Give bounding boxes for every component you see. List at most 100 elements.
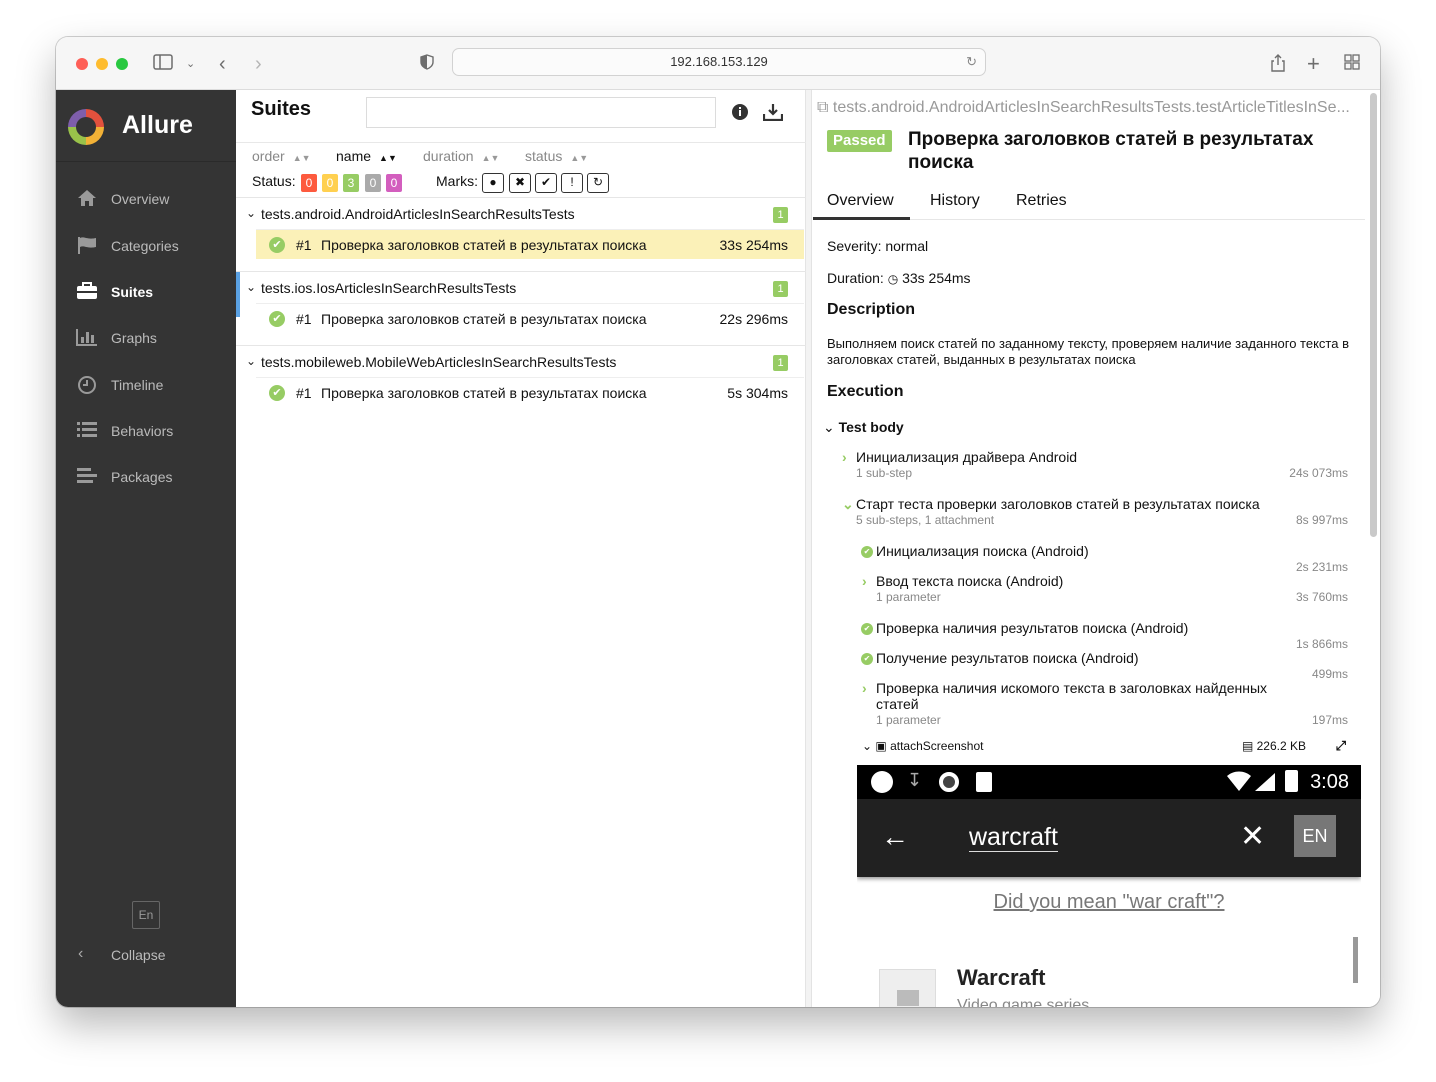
case-duration: 22s 296ms xyxy=(719,311,788,327)
status-filter-skipped[interactable]: 0 xyxy=(365,174,381,192)
step-item[interactable]: ⌄ Старт теста проверки заголовков статей… xyxy=(842,496,1260,527)
step-title: Инициализация поиска (Android) xyxy=(876,543,1089,559)
step-duration: 2s 231ms xyxy=(1295,560,1348,574)
zoom-window-button[interactable] xyxy=(116,58,128,70)
browser-titlebar: ⌄ ‹ › 192.168.153.129 ↻ + xyxy=(56,37,1380,90)
close-window-button[interactable] xyxy=(76,58,88,70)
step-subtitle: 1 parameter xyxy=(876,713,941,727)
image-file-icon: ▣ xyxy=(875,739,887,753)
marks-label: Marks: xyxy=(436,173,478,189)
status-filter-broken[interactable]: 0 xyxy=(322,174,338,192)
detail-scrollbar[interactable] xyxy=(1370,93,1377,537)
expand-icon[interactable]: ⤢ xyxy=(1336,738,1346,754)
status-filter-failed[interactable]: 0 xyxy=(301,174,317,192)
new-failed-mark-icon[interactable]: ✖ xyxy=(509,173,531,193)
chevron-right-icon: › xyxy=(862,680,867,696)
copy-icon[interactable]: ⧉ xyxy=(817,99,833,116)
suite-group[interactable]: ⌄ tests.mobileweb.MobileWebArticlesInSea… xyxy=(236,345,806,379)
test-case-row[interactable]: ✔ #1 Проверка заголовков статей в резуль… xyxy=(256,303,804,333)
clock-icon xyxy=(76,375,98,395)
sort-name[interactable]: name ▲▼ xyxy=(336,148,397,164)
severity: Severity: normal xyxy=(827,238,929,254)
pane-title: Suites xyxy=(251,98,312,120)
description-text: Выполняем поиск статей по заданному текс… xyxy=(827,336,1349,367)
step-item[interactable]: › Проверка наличия искомого текста в заг… xyxy=(862,680,1296,727)
step-duration: 8s 997ms xyxy=(1295,513,1348,527)
minimize-window-button[interactable] xyxy=(96,58,108,70)
duration: Duration: ◷ 33s 254ms xyxy=(827,270,971,286)
case-duration: 33s 254ms xyxy=(719,237,788,253)
allure-logo-icon xyxy=(68,109,104,145)
file-icon: ▤ xyxy=(1241,739,1257,753)
tab-overview-icon[interactable] xyxy=(1344,54,1360,75)
suite-name: tests.ios.IosArticlesInSearchResultsTest… xyxy=(261,280,517,296)
sort-arrows-icon: ▲▼ xyxy=(570,153,589,163)
brand[interactable]: Allure xyxy=(56,90,236,162)
sort-order[interactable]: order ▲▼ xyxy=(252,148,311,164)
tab-history[interactable]: History xyxy=(930,192,980,210)
address-bar[interactable]: 192.168.153.129 ↻ xyxy=(452,48,986,76)
sort-status[interactable]: status ▲▼ xyxy=(525,148,588,164)
sidebar-item-categories[interactable]: Categories xyxy=(56,227,236,267)
step-title: Старт теста проверки заголовков статей в… xyxy=(856,496,1260,512)
info-icon[interactable] xyxy=(731,103,749,126)
new-passed-mark-icon[interactable]: ✔ xyxy=(535,173,557,193)
sidebar-item-suites[interactable]: Suites xyxy=(56,273,236,313)
test-body-toggle[interactable]: ⌄ Test body xyxy=(823,419,904,436)
status-filter-unknown[interactable]: 0 xyxy=(386,174,402,192)
flaky-mark-icon[interactable]: ● xyxy=(482,173,504,193)
sidebar-item-packages[interactable]: Packages xyxy=(56,458,236,498)
step-subtitle: 5 sub-steps, 1 attachment xyxy=(856,513,995,527)
flag-icon xyxy=(76,236,98,256)
language-button[interactable]: En xyxy=(132,901,160,929)
suite-group[interactable]: ⌄ tests.ios.IosArticlesInSearchResultsTe… xyxy=(236,271,806,305)
passed-count-badge: 1 xyxy=(773,281,788,297)
tab-overview[interactable]: Overview xyxy=(827,192,894,210)
back-icon[interactable]: ‹ xyxy=(219,54,226,74)
sidebar-item-behaviors[interactable]: Behaviors xyxy=(56,412,236,452)
reload-icon[interactable]: ↻ xyxy=(966,49,977,75)
search-input[interactable] xyxy=(366,97,716,128)
status-label: Status: xyxy=(252,173,296,189)
phone-language-button: EN xyxy=(1294,815,1336,857)
step-item[interactable]: ✔ Получение результатов поиска (Android) xyxy=(861,650,1139,666)
sidebar-item-label: Categories xyxy=(111,238,179,254)
step-duration: 499ms xyxy=(1311,667,1348,681)
step-title: Проверка наличия результатов поиска (And… xyxy=(876,620,1189,636)
step-title: Проверка наличия искомого текста в загол… xyxy=(876,680,1268,712)
step-item[interactable]: ✔ Проверка наличия результатов поиска (A… xyxy=(861,620,1189,636)
sidebar-item-timeline[interactable]: Timeline xyxy=(56,366,236,406)
tab-retries[interactable]: Retries xyxy=(1016,192,1067,210)
pane-splitter[interactable] xyxy=(806,90,812,1007)
download-icon[interactable] xyxy=(762,103,784,126)
duration-value: 33s 254ms xyxy=(902,270,971,286)
status-filter-passed[interactable]: 3 xyxy=(343,174,359,192)
sort-duration[interactable]: duration ▲▼ xyxy=(423,148,499,164)
collapse-button[interactable]: ‹ Collapse xyxy=(56,942,236,972)
chevron-down-icon[interactable]: ⌄ xyxy=(186,54,195,74)
test-fullname[interactable]: ⧉ tests.android.AndroidArticlesInSearchR… xyxy=(817,99,1357,117)
case-title: Проверка заголовков статей в результатах… xyxy=(321,237,647,253)
bar-chart-icon xyxy=(76,328,98,348)
chevron-down-icon: ⌄ xyxy=(246,354,257,368)
retries-mark-icon[interactable]: ↻ xyxy=(587,173,609,193)
attachment-name: attachScreenshot xyxy=(890,739,984,753)
sidebar-toggle-icon[interactable] xyxy=(153,54,173,75)
wifi-icon xyxy=(1227,771,1251,796)
attachment-row[interactable]: ⌄ ▣ attachScreenshot ▤ 226.2 KB ⤢ xyxy=(862,738,1352,757)
sidebar-item-overview[interactable]: Overview xyxy=(56,180,236,220)
step-item[interactable]: › Инициализация драйвера Android 1 sub-s… xyxy=(842,449,1077,480)
sidebar-item-graphs[interactable]: Graphs xyxy=(56,319,236,359)
test-case-row[interactable]: ✔ #1 Проверка заголовков статей в резуль… xyxy=(256,229,804,259)
case-number: #1 xyxy=(296,237,312,253)
test-case-row[interactable]: ✔ #1 Проверка заголовков статей в резуль… xyxy=(256,377,804,407)
share-icon[interactable] xyxy=(1270,54,1286,77)
new-tab-icon[interactable]: + xyxy=(1307,53,1320,75)
shield-icon[interactable] xyxy=(420,54,434,75)
forward-icon[interactable]: › xyxy=(255,54,262,74)
suite-group[interactable]: ⌄ tests.android.AndroidArticlesInSearchR… xyxy=(236,197,806,231)
step-item[interactable]: ✔ Инициализация поиска (Android) xyxy=(861,543,1089,559)
new-broken-mark-icon[interactable]: ! xyxy=(561,173,583,193)
step-item[interactable]: › Ввод текста поиска (Android) 1 paramet… xyxy=(862,573,1063,604)
chevron-left-icon: ‹ xyxy=(78,945,84,962)
